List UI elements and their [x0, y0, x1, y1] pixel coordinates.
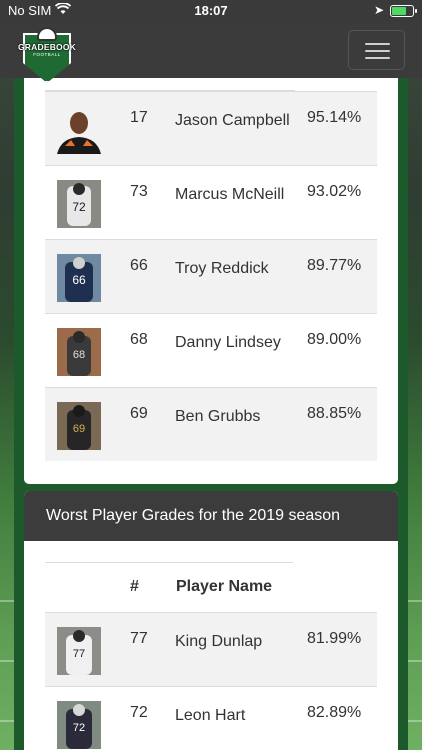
helmet-icon: [37, 27, 57, 41]
player-name: Leon Hart: [175, 707, 246, 724]
location-arrow-icon: ➤: [373, 3, 384, 17]
player-name: Danny Lindsey: [175, 334, 281, 351]
svg-text:68: 68: [73, 349, 85, 361]
battery-charging-icon: [390, 5, 417, 17]
player-number: 66: [130, 257, 148, 274]
player-name: King Dunlap: [175, 633, 263, 650]
table-row[interactable]: 68 68 Danny Lindsey 89.00%: [45, 313, 377, 387]
status-bar: No SIM 18:07 ➤: [0, 0, 422, 22]
logo-text: GRADEBOOK: [18, 42, 76, 52]
player-number: 69: [130, 405, 148, 422]
svg-text:69: 69: [73, 423, 85, 435]
svg-text:66: 66: [72, 273, 86, 287]
player-name: Ben Grubbs: [175, 408, 261, 425]
player-photo: [57, 106, 101, 154]
table-row[interactable]: 72 73 Marcus McNeill 93.02%: [45, 165, 377, 239]
player-number: 77: [130, 630, 148, 647]
player-photo: 77: [57, 627, 101, 675]
player-photo: 69: [57, 402, 101, 450]
table-row[interactable]: 77 77 King Dunlap 81.99%: [45, 612, 377, 686]
player-name: Jason Campbell: [175, 112, 290, 129]
table-row[interactable]: 69 69 Ben Grubbs 88.85%: [45, 387, 377, 461]
player-grade: 88.85%: [307, 405, 362, 422]
best-players-card: 17 Jason Campbell 95.14% 72 73 Marcus Mc…: [24, 78, 398, 484]
hamburger-menu-button[interactable]: [348, 30, 405, 70]
column-header-player-name[interactable]: Player Name: [176, 578, 272, 596]
column-header-number[interactable]: #: [130, 578, 139, 596]
card-title: Worst Player Grades for the 2019 season: [46, 507, 341, 524]
svg-text:72: 72: [73, 722, 85, 734]
player-grade: 89.77%: [307, 257, 362, 274]
player-number: 17: [130, 109, 148, 126]
player-photo: 66: [57, 254, 101, 302]
clock: 18:07: [194, 3, 228, 18]
player-grade: 82.89%: [307, 704, 362, 721]
player-photo: 72: [57, 180, 101, 228]
player-name: Troy Reddick: [175, 260, 269, 277]
card-header: Worst Player Grades for the 2019 season: [24, 491, 398, 541]
svg-text:77: 77: [73, 648, 85, 660]
player-photo: 68: [57, 328, 101, 376]
player-number: 72: [130, 704, 148, 721]
table-row[interactable]: 17 Jason Campbell 95.14%: [45, 91, 377, 165]
worst-players-card: Worst Player Grades for the 2019 season …: [24, 491, 398, 750]
table-row[interactable]: 66 66 Troy Reddick 89.77%: [45, 239, 377, 313]
player-photo: 72: [57, 701, 101, 749]
player-number: 68: [130, 331, 148, 348]
table-header: # Player Name: [45, 562, 377, 612]
gradebook-logo[interactable]: GRADEBOOK FOOTBALL: [17, 25, 77, 87]
player-grade: 81.99%: [307, 630, 362, 647]
player-number: 73: [130, 183, 148, 200]
svg-text:72: 72: [72, 200, 86, 214]
table-row[interactable]: 72 72 Leon Hart 82.89%: [45, 686, 377, 750]
player-name: Marcus McNeill: [175, 186, 285, 203]
logo-subtext: FOOTBALL: [33, 52, 61, 57]
player-grade: 93.02%: [307, 183, 362, 200]
player-grade: 89.00%: [307, 331, 362, 348]
player-grade: 95.14%: [307, 109, 362, 126]
